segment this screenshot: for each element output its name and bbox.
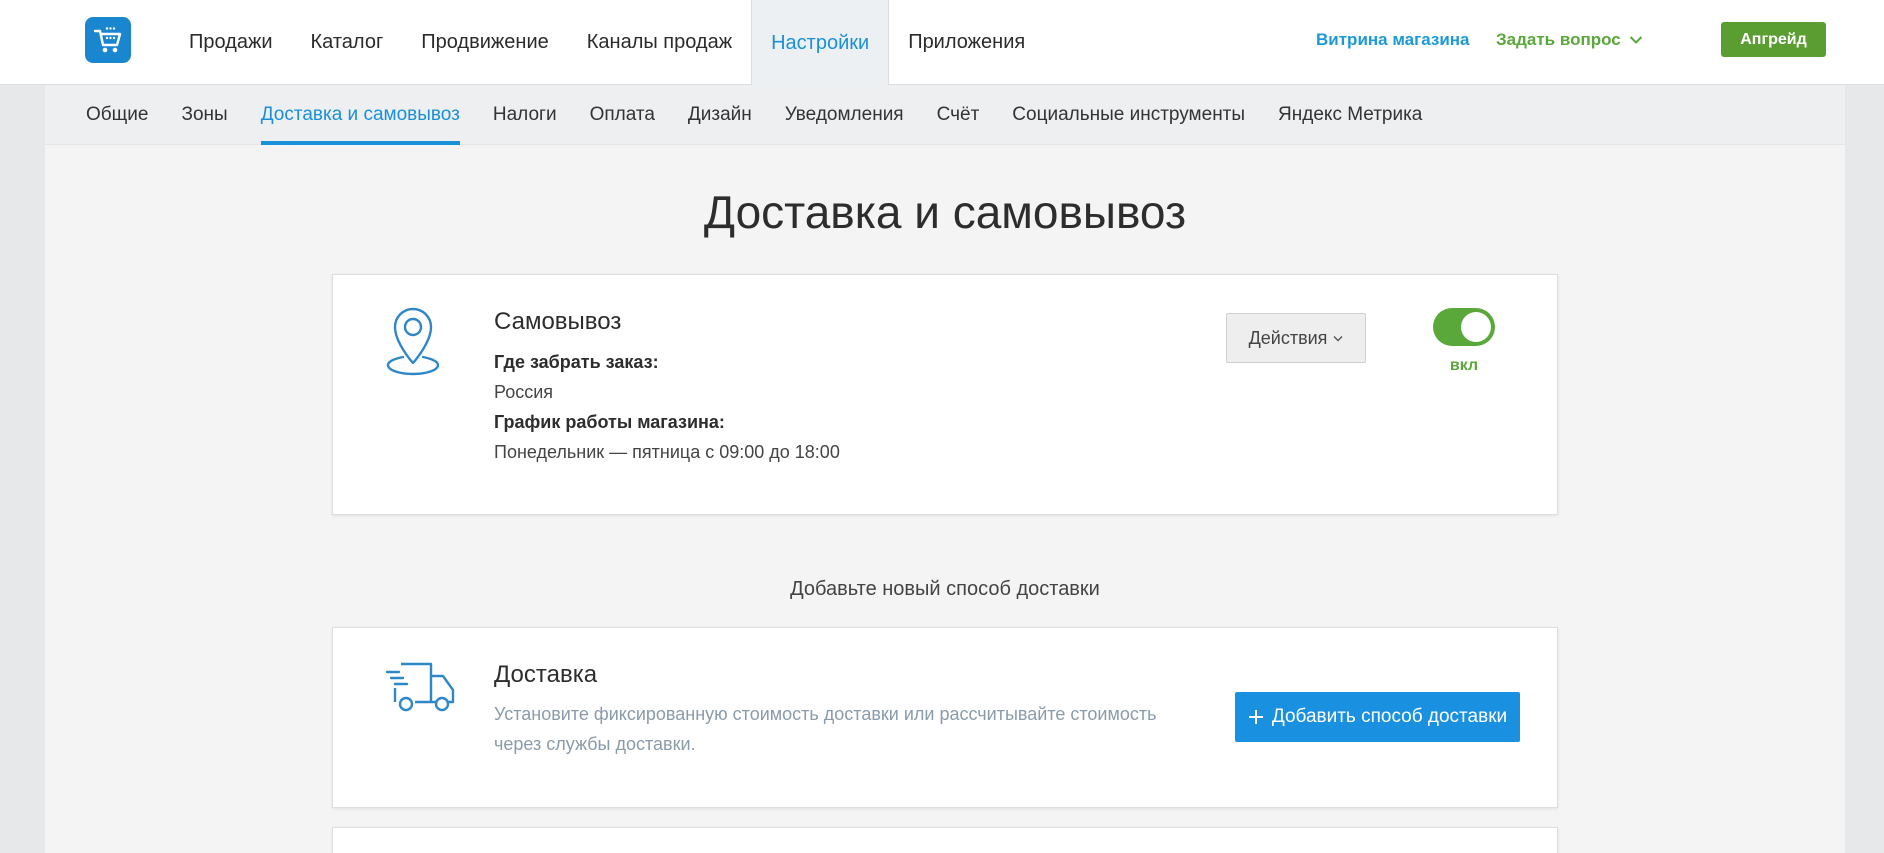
cart-logo-icon[interactable]	[85, 17, 131, 63]
nav-sales[interactable]: Продажи	[170, 0, 292, 85]
tab-social-tools[interactable]: Социальные инструменты	[1012, 85, 1245, 145]
toggle-state-label: вкл	[1449, 357, 1479, 374]
ask-question-dropdown[interactable]: Задать вопрос	[1496, 30, 1643, 50]
toggle-knob	[1461, 312, 1491, 342]
pickup-schedule-value: Понедельник — пятница с 09:00 до 18:00	[494, 442, 840, 462]
add-delivery-label: Добавить способ доставки	[1271, 706, 1508, 727]
tab-zones[interactable]: Зоны	[181, 85, 227, 145]
delivery-title: Доставка	[494, 661, 598, 688]
tab-design[interactable]: Дизайн	[688, 85, 752, 145]
pickup-where-value: Россия	[494, 382, 554, 402]
tab-taxes[interactable]: Налоги	[493, 85, 557, 145]
nav-catalog[interactable]: Каталог	[292, 0, 403, 85]
storefront-link[interactable]: Витрина магазина	[1316, 30, 1470, 50]
pickup-title: Самовывоз	[494, 308, 622, 335]
settings-subnav: Общие Зоны Доставка и самовывоз Налоги О…	[45, 85, 1845, 145]
map-pin-icon	[386, 307, 440, 376]
nav-settings[interactable]: Настройки	[751, 0, 890, 86]
nav-apps[interactable]: Приложения	[889, 0, 1044, 85]
main-nav: Продажи Каталог Продвижение Каналы прода…	[170, 0, 1044, 86]
truck-icon	[385, 662, 455, 712]
pickup-where-label: Где забрать заказ:	[494, 352, 659, 372]
tab-payment[interactable]: Оплата	[590, 85, 655, 145]
page-title: Доставка и самовывоз	[703, 186, 1187, 238]
add-delivery-method-button[interactable]: Добавить способ доставки	[1235, 692, 1520, 742]
tab-notifications[interactable]: Уведомления	[785, 85, 904, 145]
content-area: Общие Зоны Доставка и самовывоз Налоги О…	[45, 85, 1845, 853]
actions-label: Действия	[1248, 327, 1328, 348]
tab-yandex-metrika[interactable]: Яндекс Метрика	[1278, 85, 1422, 145]
tab-invoice[interactable]: Счёт	[937, 85, 980, 145]
add-delivery-heading: Добавьте новый способ доставки	[790, 578, 1100, 600]
nav-sales-channels[interactable]: Каналы продаж	[568, 0, 751, 85]
next-card	[332, 827, 1558, 853]
upgrade-button[interactable]: Апгрейд	[1721, 22, 1826, 57]
actions-dropdown-button[interactable]: Действия	[1226, 313, 1366, 363]
chevron-down-icon	[1333, 335, 1343, 341]
tab-shipping-pickup[interactable]: Доставка и самовывоз	[260, 85, 461, 145]
pickup-card: Самовывоз Где забрать заказ: Россия Граф…	[332, 274, 1558, 515]
nav-promotion[interactable]: Продвижение	[402, 0, 568, 85]
pickup-schedule-label: График работы магазина:	[494, 412, 725, 432]
chevron-down-icon	[1629, 36, 1642, 44]
plus-icon	[1248, 710, 1263, 724]
pickup-toggle[interactable]	[1433, 308, 1495, 346]
top-bar: Продажи Каталог Продвижение Каналы прода…	[0, 0, 1884, 86]
tab-general[interactable]: Общие	[86, 85, 148, 145]
ask-question-label: Задать вопрос	[1496, 30, 1621, 49]
delivery-description: Установите фиксированную стоимость доста…	[494, 704, 1157, 754]
delivery-card: Доставка Установите фиксированную стоимо…	[332, 627, 1558, 808]
